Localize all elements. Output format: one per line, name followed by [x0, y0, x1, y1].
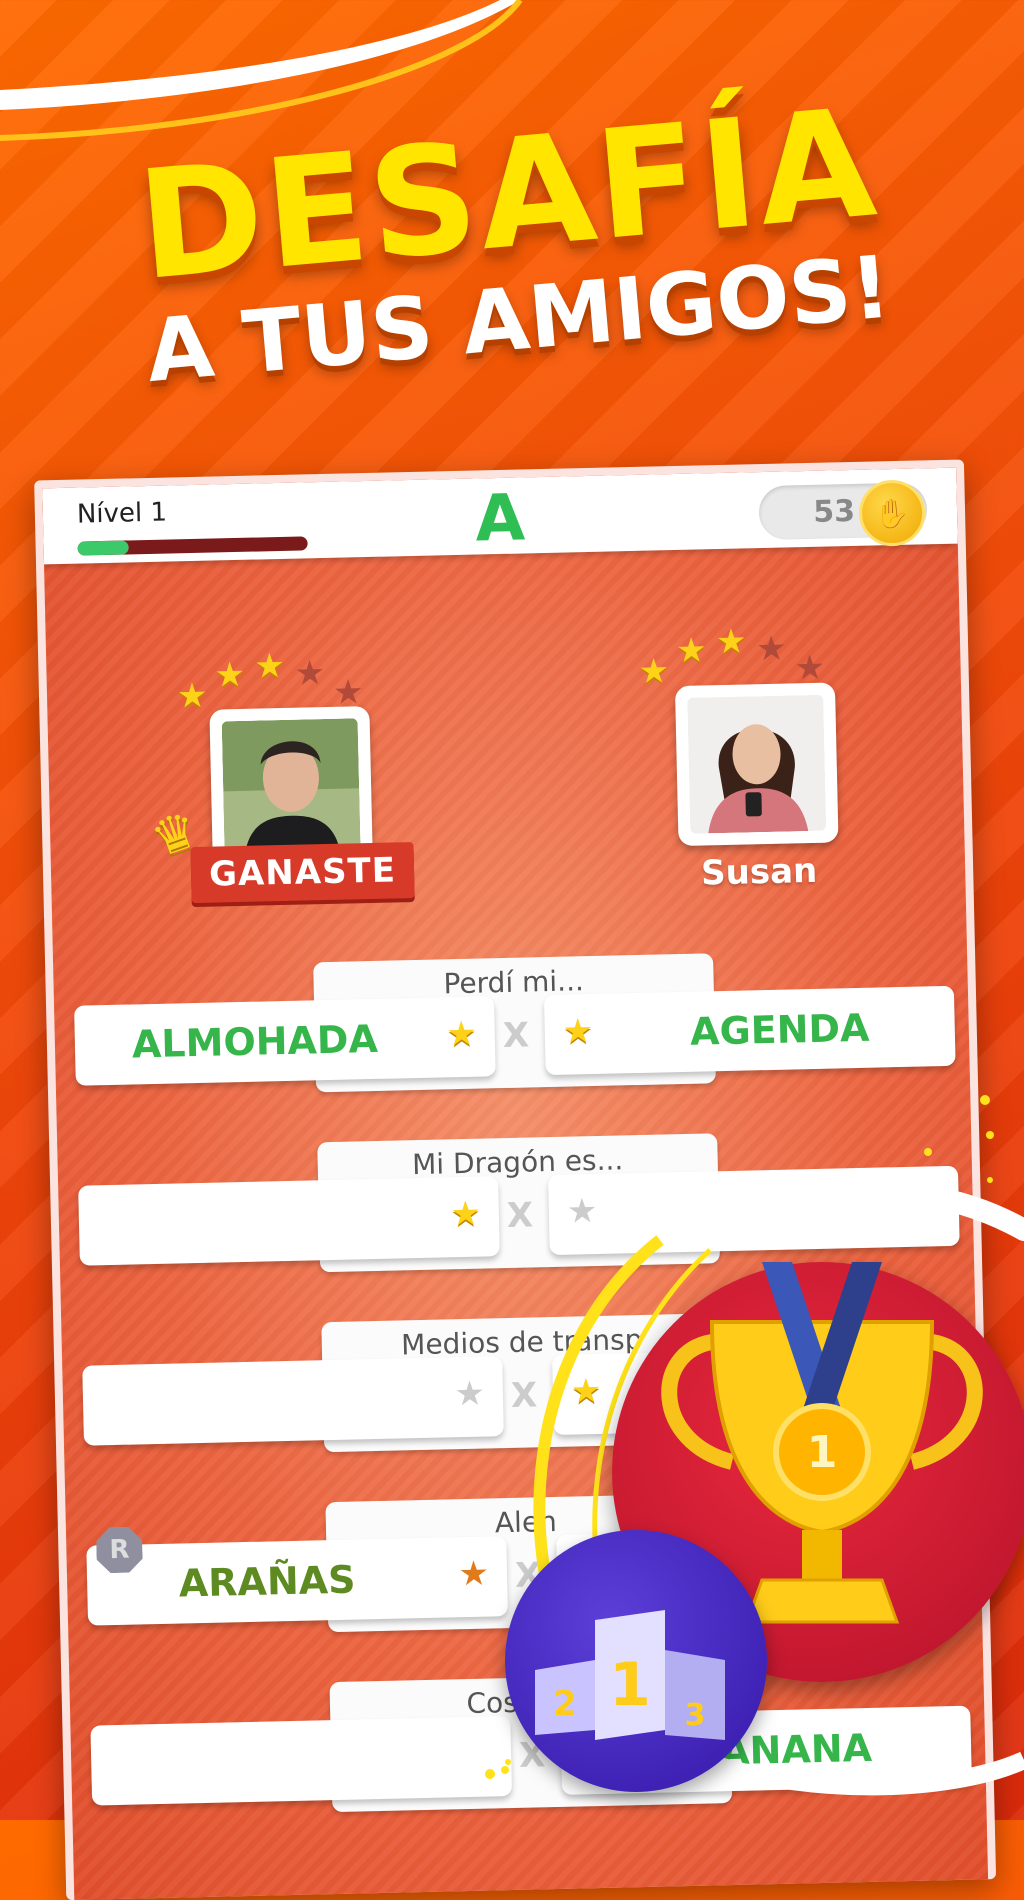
star-icon: ★ — [454, 1373, 486, 1415]
star-icon: ★ — [332, 672, 364, 713]
opponent-stars: ★ ★ ★ ★ ★ — [637, 616, 838, 691]
star-icon: ★ — [214, 654, 246, 696]
answer-word — [91, 1735, 451, 1743]
answer-word: ARAÑAS — [178, 1557, 356, 1606]
star-icon: ★ — [794, 647, 826, 689]
star-icon: ★ — [176, 675, 208, 717]
my-answer: ARAÑAS ★ — [86, 1536, 509, 1626]
star-icon: ★ — [675, 630, 708, 672]
star-icon: ★ — [570, 1370, 602, 1412]
star-icon: ★ — [449, 1193, 482, 1235]
star-icon: ★ — [715, 621, 747, 663]
top-bar: Nível 1 A 53 ✋ — [42, 467, 958, 565]
opponent-name: Susan — [700, 850, 818, 894]
star-icon: ★ — [755, 628, 788, 670]
my-answer: ★ — [78, 1176, 500, 1266]
medal-number: 1 — [807, 1427, 838, 1478]
versus-mark: X — [502, 1015, 530, 1057]
star-icon: ★ — [566, 1190, 598, 1232]
answer-word — [79, 1196, 439, 1204]
podium-label: 3 — [685, 1698, 706, 1733]
star-icon: ★ — [253, 645, 286, 687]
star-icon: ★ — [294, 653, 326, 694]
answer-word — [608, 1184, 958, 1192]
star-icon: ★ — [562, 1011, 594, 1052]
podium-icon: 2 1 3 — [535, 1610, 725, 1740]
opponent-answer: ★ — [548, 1165, 960, 1256]
podium-badge: 2 1 3 — [505, 1530, 767, 1792]
answer-word — [83, 1376, 443, 1384]
versus-mark: X — [506, 1195, 534, 1237]
star-icon: ★ — [458, 1553, 490, 1595]
round-row[interactable]: Perdí mi... ALMOHADA ★ X ★ AGENDA — [73, 948, 956, 1098]
player-photo — [221, 718, 361, 858]
winner-badge: GANASTE — [190, 842, 415, 904]
versus-mark: X — [510, 1375, 538, 1416]
podium-label: 1 — [609, 1650, 651, 1720]
coin-counter[interactable]: 53 ✋ — [758, 479, 928, 547]
podium-label: 2 — [553, 1684, 577, 1724]
opponent-answer: ★ AGENDA — [543, 985, 956, 1076]
answer-word: AGENDA — [689, 1005, 870, 1054]
star-icon: ★ — [638, 651, 670, 692]
opponent-photo — [687, 694, 827, 834]
my-answer — [90, 1716, 513, 1806]
round-row[interactable]: Mi Dragón es... ★ X ★ — [77, 1128, 960, 1278]
my-answer: ★ — [82, 1356, 504, 1446]
star-icon: ★ — [445, 1013, 478, 1055]
coin-count: 53 — [812, 493, 856, 530]
player-stars: ★ ★ ★ ★ ★ — [176, 641, 377, 716]
answer-word: ALMOHADA — [131, 1016, 379, 1067]
opponent-avatar[interactable] — [674, 682, 839, 847]
my-answer: ALMOHADA ★ — [74, 996, 496, 1086]
